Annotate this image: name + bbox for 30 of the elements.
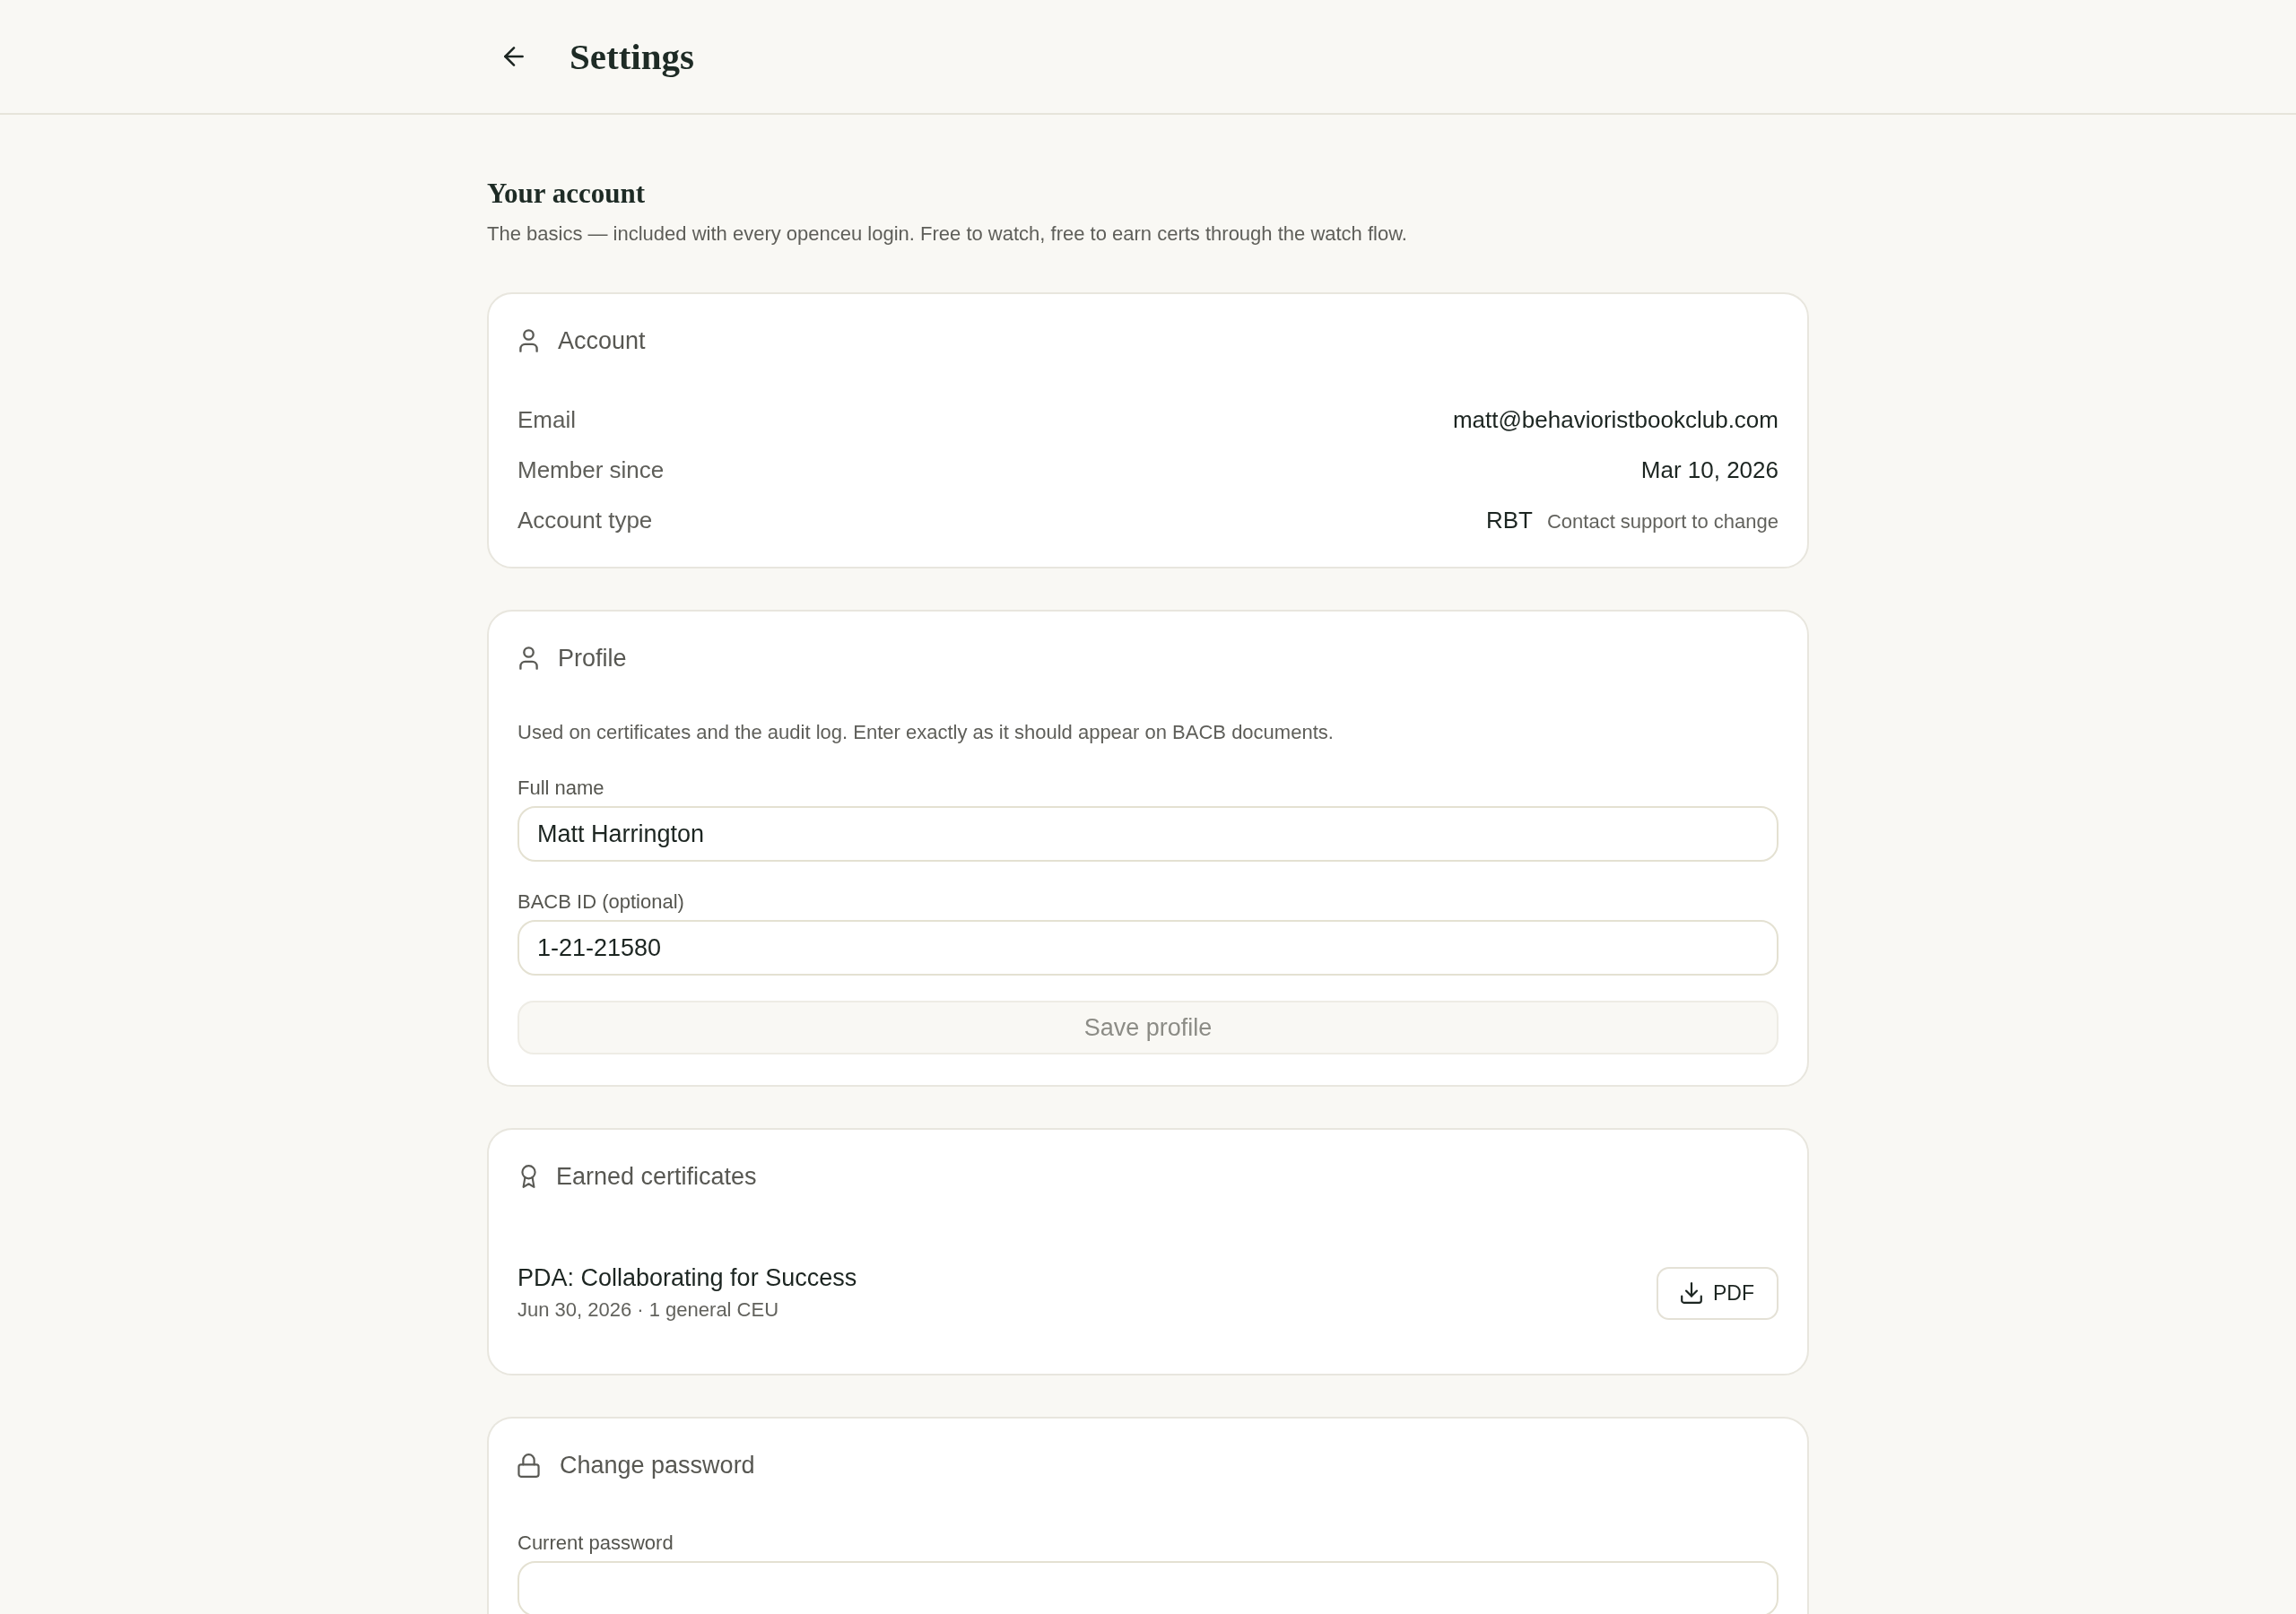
field-label: Email: [517, 405, 576, 435]
card-title: Account: [558, 326, 646, 356]
certificate-title: PDA: Collaborating for Success: [517, 1263, 857, 1293]
lock-icon: [517, 1453, 540, 1478]
download-button[interactable]: PDF: [1657, 1266, 1779, 1320]
field-value: matt@behavioristbookclub.com: [1452, 405, 1779, 435]
section-title: Your account: [487, 178, 646, 210]
helper-text: Contact support to change: [1546, 509, 1779, 534]
card-title: Earned certificates: [556, 1162, 757, 1192]
password-input[interactable]: [517, 1561, 1779, 1614]
arrow-left-icon: [504, 47, 524, 66]
field-label: Member since: [517, 456, 665, 485]
page-title: Settings: [570, 35, 694, 79]
download-icon: [1681, 1282, 1702, 1304]
person-icon: [519, 329, 538, 352]
field-label: Full name: [517, 776, 605, 801]
ribbon-icon: [521, 1165, 536, 1188]
field-value: RBT: [1485, 506, 1533, 535]
card-title: Change password: [560, 1451, 755, 1480]
person-icon: [519, 646, 538, 670]
section-description: The basics — included with every openceu login. Free to watch, free to earn certs through the watch flow.: [487, 221, 1408, 247]
field-label: BACB ID (optional): [517, 889, 685, 915]
certificate-details: Jun 30, 2026 · 1 general CEU: [517, 1297, 780, 1323]
card-title: Profile: [558, 644, 627, 673]
field-label: Current password: [517, 1531, 674, 1556]
field-value: Mar 10, 2026: [1640, 456, 1779, 485]
card-description: Used on certificates and the audit log. Enter exactly as it should appear on BACB documents.: [517, 720, 1335, 745]
field-label: Account type: [517, 506, 653, 535]
text-input[interactable]: 1-21-21580: [517, 920, 1779, 976]
text-input[interactable]: Matt Harrington: [517, 806, 1779, 862]
